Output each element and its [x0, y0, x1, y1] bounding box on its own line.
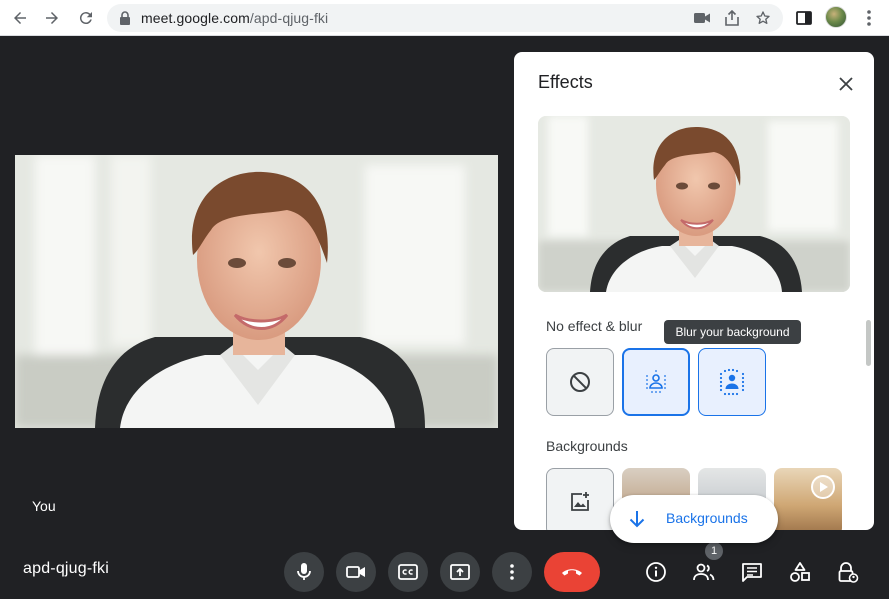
people-button[interactable] [690, 558, 718, 586]
no-effect-icon [570, 372, 590, 392]
camera-icon[interactable] [693, 9, 711, 27]
lock-person-icon [838, 562, 859, 583]
add-photo-icon [571, 492, 589, 511]
backgrounds-heading: Backgrounds [546, 438, 628, 454]
camera-button[interactable] [336, 552, 376, 592]
backgrounds-jump-button[interactable]: Backgrounds [610, 495, 778, 543]
microphone-icon [297, 563, 311, 580]
arrow-down-icon [629, 511, 645, 528]
effects-panel-title: Effects [538, 72, 593, 92]
url-text[interactable]: meet.google.com/apd-qjug-fki [141, 10, 328, 26]
star-icon[interactable] [754, 9, 772, 27]
people-icon [693, 563, 715, 581]
video-camera-icon [346, 566, 365, 578]
blur-tooltip: Blur your background [664, 320, 801, 344]
effects-preview [538, 116, 850, 292]
present-screen-icon [450, 564, 470, 580]
self-name-label: You [32, 498, 56, 514]
blur-background-button[interactable] [698, 348, 766, 416]
more-options-button[interactable] [492, 552, 532, 592]
meeting-stage: You apd-qjug-fki 1 Effects No effect & b… [0, 36, 889, 599]
blur-background-icon [719, 368, 745, 396]
activities-shapes-icon [790, 562, 810, 582]
host-controls-button[interactable] [834, 558, 862, 586]
activities-button[interactable] [786, 558, 814, 586]
profile-avatar[interactable] [825, 6, 847, 28]
hang-up-icon [562, 569, 582, 576]
chat-icon [742, 563, 762, 582]
no-effect-button[interactable] [546, 348, 614, 416]
url-host: meet.google.com [141, 10, 250, 26]
meeting-code: apd-qjug-fki [23, 560, 110, 577]
side-panel-icon[interactable] [792, 6, 816, 30]
more-vert-icon [510, 564, 514, 580]
upload-background-button[interactable] [546, 468, 614, 530]
no-effect-blur-heading: No effect & blur [546, 318, 643, 334]
microphone-button[interactable] [284, 552, 324, 592]
info-icon [646, 562, 666, 582]
kebab-menu-icon[interactable] [857, 6, 881, 30]
slight-blur-button[interactable] [622, 348, 690, 416]
close-icon[interactable] [834, 72, 858, 96]
effects-panel: Effects No effect & blur Blur your backg… [514, 52, 874, 530]
lock-icon[interactable] [119, 11, 131, 30]
url-path: /apd-qjug-fki [249, 10, 329, 26]
meeting-details-button[interactable] [642, 558, 670, 586]
self-video-tile[interactable] [15, 155, 498, 428]
panel-scrollbar[interactable] [866, 320, 871, 366]
leave-call-button[interactable] [544, 552, 600, 592]
address-bar[interactable]: meet.google.com/apd-qjug-fki [107, 4, 783, 32]
animated-background-icon [811, 475, 835, 499]
background-option-home[interactable] [774, 468, 842, 530]
present-button[interactable] [440, 552, 480, 592]
captions-button[interactable] [388, 552, 428, 592]
forward-icon[interactable] [40, 6, 64, 30]
closed-captions-icon [398, 564, 418, 580]
self-video-feed [15, 155, 498, 428]
reload-icon[interactable] [74, 6, 98, 30]
preview-video-feed [538, 116, 850, 292]
participant-count-badge: 1 [705, 542, 723, 560]
chat-button[interactable] [738, 558, 766, 586]
back-icon[interactable] [8, 6, 32, 30]
share-icon[interactable] [723, 9, 741, 27]
slight-blur-icon [646, 370, 666, 393]
backgrounds-jump-label: Backgrounds [666, 510, 748, 526]
browser-toolbar: meet.google.com/apd-qjug-fki [0, 0, 889, 36]
